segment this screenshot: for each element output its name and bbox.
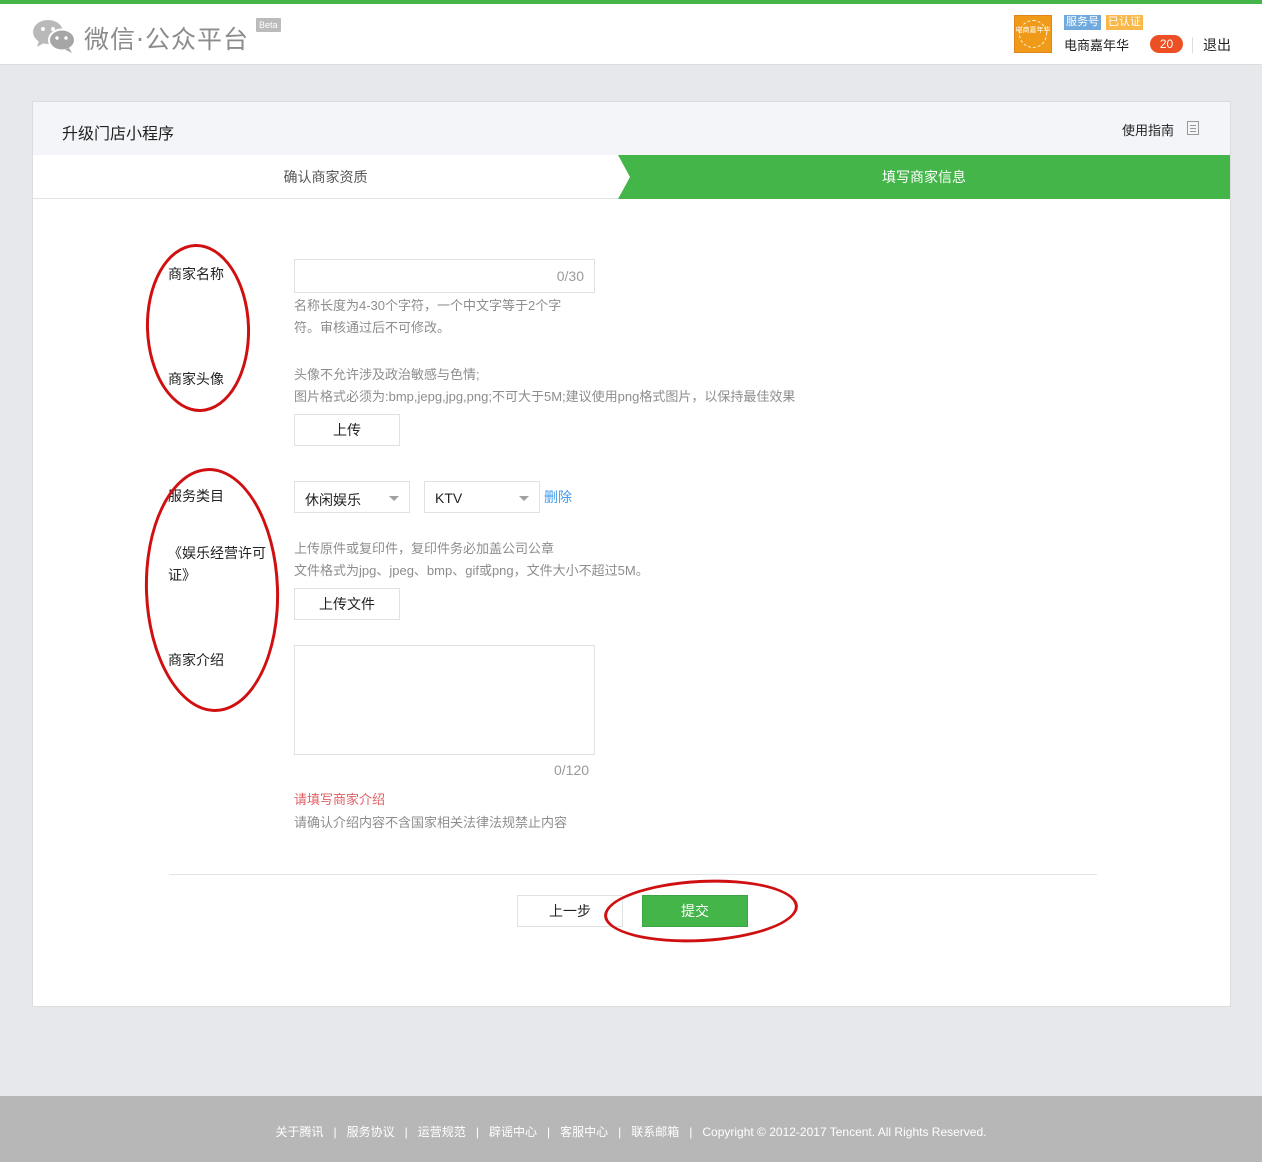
footer-link-rumor-center[interactable]: 辟谣中心 bbox=[479, 1123, 547, 1140]
avatar-wreath-icon bbox=[1019, 20, 1047, 48]
merchant-intro-textarea[interactable] bbox=[294, 645, 595, 755]
page-footer: 关于腾讯 | 服务协议 | 运营规范 | 辟谣中心 | 客服中心 | 联系邮箱 | Copyright … bbox=[0, 1096, 1262, 1162]
merchant-intro-hint: 请确认介绍内容不含国家相关法律法规禁止内容 bbox=[294, 815, 568, 830]
service-account-badge: 服务号 bbox=[1064, 15, 1101, 30]
upload-file-button[interactable]: 上传文件 bbox=[294, 588, 400, 620]
footer-links: 关于腾讯 | 服务协议 | 运营规范 | 辟谣中心 | 客服中心 | 联系邮箱 | Copyright … bbox=[0, 1123, 1262, 1140]
category-primary-select[interactable]: 休闲娱乐 bbox=[294, 481, 410, 513]
merchant-intro-error: 请填写商家介绍 bbox=[294, 792, 386, 807]
category-secondary-value: KTV bbox=[435, 490, 463, 506]
beta-badge: Beta bbox=[256, 18, 281, 32]
merchant-name-hint-line2: 符。审核通过后不可修改。 bbox=[294, 320, 451, 335]
avatar-text: 电商嘉年华 bbox=[1015, 26, 1051, 34]
step-confirm-qualification: 确认商家资质 bbox=[283, 169, 368, 185]
usage-guide-link[interactable]: 使用指南 bbox=[1122, 120, 1174, 139]
brand-title[interactable]: 微信·公众平台 bbox=[84, 20, 249, 56]
merchant-intro-counter: 0/120 bbox=[554, 762, 590, 778]
category-primary-value: 休闲娱乐 bbox=[305, 492, 361, 508]
delete-category-link[interactable]: 删除 bbox=[544, 487, 572, 507]
license-hint-line2: 文件格式为jpg、jpeg、bmp、gif或png，文件大小不超过5M。 bbox=[294, 563, 649, 578]
account-name[interactable]: 电商嘉年华 bbox=[1064, 35, 1129, 54]
step-indicator: 确认商家资质 填写商家信息 bbox=[33, 155, 1230, 199]
footer-link-contact-email[interactable]: 联系邮箱 bbox=[621, 1123, 689, 1140]
account-avatar[interactable]: 电商嘉年华 bbox=[1014, 15, 1052, 53]
footer-copyright: Copyright © 2012-2017 Tencent. All Right… bbox=[702, 1125, 987, 1139]
category-secondary-select[interactable]: KTV bbox=[424, 481, 540, 513]
logout-link[interactable]: 退出 bbox=[1203, 35, 1231, 55]
chevron-down-icon bbox=[389, 496, 399, 501]
license-hint-line1: 上传原件或复印件，复印件务必加盖公司公章 bbox=[294, 541, 555, 556]
footer-link-about[interactable]: 关于腾讯 bbox=[266, 1123, 334, 1140]
page-title: 升级门店小程序 bbox=[62, 126, 175, 143]
footer-link-operation-rules[interactable]: 运营规范 bbox=[408, 1123, 476, 1140]
merchant-name-hint-line1: 名称长度为4-30个字符，一个中文字等于2个字 bbox=[294, 298, 562, 313]
form-divider bbox=[169, 874, 1097, 875]
top-header: 微信·公众平台 Beta 电商嘉年华 服务号 已认证 电商嘉年华 20 退出 bbox=[0, 4, 1262, 65]
step-fill-merchant-info: 填写商家信息 bbox=[618, 155, 1230, 199]
footer-link-support-center[interactable]: 客服中心 bbox=[550, 1123, 618, 1140]
header-divider bbox=[1192, 37, 1193, 53]
avatar-hint-line2: 图片格式必须为:bmp,jepg,jpg,png;不可大于5M;建议使用png格… bbox=[294, 389, 796, 404]
verified-badge: 已认证 bbox=[1106, 15, 1143, 30]
merchant-name-input[interactable]: 0/30 bbox=[294, 259, 595, 293]
avatar-hint-line1: 头像不允许涉及政治敏感与色情; bbox=[294, 367, 480, 382]
upload-avatar-button[interactable]: 上传 bbox=[294, 414, 400, 446]
chevron-down-icon bbox=[519, 496, 529, 501]
panel-header: 升级门店小程序 使用指南 bbox=[33, 102, 1230, 155]
document-icon[interactable] bbox=[1187, 121, 1199, 135]
merchant-name-counter: 0/30 bbox=[556, 268, 584, 284]
wechat-logo-icon[interactable] bbox=[32, 18, 76, 54]
notification-count-badge[interactable]: 20 bbox=[1150, 35, 1183, 53]
footer-link-service-agreement[interactable]: 服务协议 bbox=[337, 1123, 405, 1140]
